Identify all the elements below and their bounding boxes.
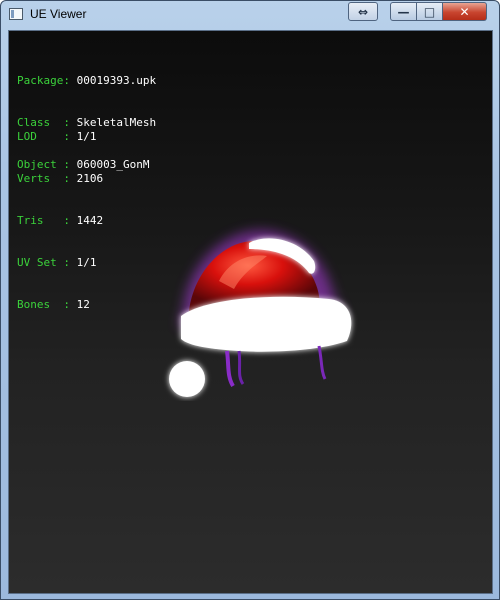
stat-label: Bones : xyxy=(17,298,77,311)
stat-value: 1442 xyxy=(76,214,104,227)
maximize-icon: □ xyxy=(423,4,436,19)
stat-label: Tris : xyxy=(17,214,77,227)
close-button[interactable]: ✕ xyxy=(443,2,487,21)
minimize-button[interactable]: — xyxy=(390,2,417,21)
close-icon: ✕ xyxy=(459,4,470,19)
info-value: 00019393.upk xyxy=(76,74,157,87)
stat-value: 1/1 xyxy=(76,256,97,269)
double-arrow-icon: ⇔ xyxy=(357,4,369,19)
stat-row-bones: Bones : 12 xyxy=(17,298,103,312)
window-title: UE Viewer xyxy=(30,7,87,21)
stat-value: 12 xyxy=(76,298,90,311)
minimize-icon: — xyxy=(397,4,410,19)
stat-row-lod: LOD : 1/1 xyxy=(17,130,103,144)
stat-value: 2106 xyxy=(76,172,104,185)
stat-label: Verts : xyxy=(17,172,77,185)
3d-viewport[interactable]: Package: 00019393.upk Class : SkeletalMe… xyxy=(8,30,493,594)
maximize-button[interactable]: □ xyxy=(417,2,443,21)
app-window: UE Viewer ⇔ — □ ✕ Package: 00019393.upk … xyxy=(0,0,500,600)
resize-button[interactable]: ⇔ xyxy=(348,2,378,21)
stat-row-uvset: UV Set : 1/1 xyxy=(17,256,103,270)
stat-row-tris: Tris : 1442 xyxy=(17,214,103,228)
santa-hat-model-icon[interactable] xyxy=(149,201,369,401)
app-window-icon[interactable] xyxy=(9,8,23,20)
title-bar[interactable]: UE Viewer ⇔ — □ ✕ xyxy=(1,1,499,30)
mesh-stats-block: LOD : 1/1 Verts : 2106 Tris : 1442 UV Se… xyxy=(17,102,103,340)
info-row-package: Package: 00019393.upk xyxy=(17,74,156,88)
stat-label: UV Set : xyxy=(17,256,77,269)
stat-value: 1/1 xyxy=(76,130,97,143)
info-label: Package: xyxy=(17,74,77,87)
stat-label: LOD : xyxy=(17,130,77,143)
stat-row-verts: Verts : 2106 xyxy=(17,172,103,186)
